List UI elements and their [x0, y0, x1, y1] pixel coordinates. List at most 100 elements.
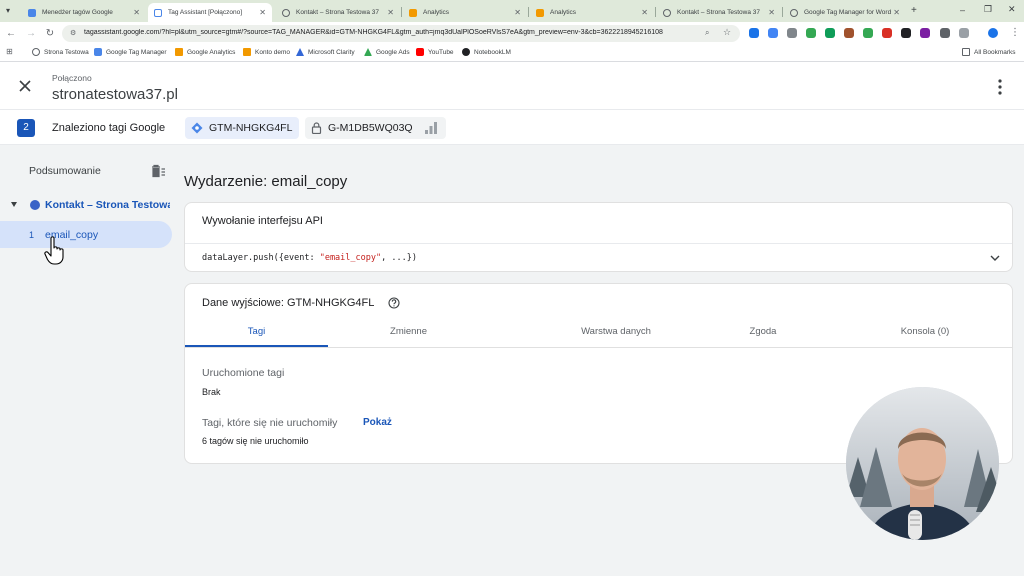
purple-extension-icon[interactable] — [920, 28, 930, 38]
app-header: Połączono stronatestowa37.pl — [0, 62, 1024, 110]
bookmark-microsoft-clarity[interactable]: Microsoft Clarity — [296, 48, 355, 56]
gtm-container-chip[interactable]: GTM-NHGKG4FL — [185, 117, 299, 139]
analytics-icon — [175, 48, 183, 56]
close-tab-icon[interactable]: ✕ — [133, 8, 140, 17]
search-extension-icon[interactable] — [901, 28, 911, 38]
site-info-icon[interactable]: ⚙ — [70, 29, 76, 37]
browser-tab-strip: ▾ Menedżer tagów Google ✕ Tag Assistant … — [0, 0, 1024, 22]
bookmark-google-ads[interactable]: Google Ads — [364, 48, 410, 56]
minimize-icon[interactable]: – — [960, 5, 965, 15]
tab-title: Analytics — [423, 9, 450, 16]
output-title: Dane wyjściowe: GTM-NHGKG4FL — [202, 297, 375, 309]
puzzle-extension-icon[interactable] — [806, 28, 816, 38]
browser-menu-icon[interactable]: ⋮ — [1010, 27, 1020, 38]
extensions-puzzle-icon[interactable] — [959, 28, 969, 38]
url-text[interactable]: tagassistant.google.com/?hl=pl&utm_sourc… — [84, 29, 704, 36]
browser-tab-gtm-wordpress[interactable]: Google Tag Manager for Word ✕ — [784, 3, 906, 22]
found-tags-bar: 2 Znaleziono tagi Google GTM-NHGKG4FL G-… — [0, 110, 1024, 145]
close-tab-icon[interactable]: ✕ — [641, 8, 648, 17]
tab-console[interactable]: Konsola (0) — [875, 320, 975, 347]
api-call-code: dataLayer.push({event: "email_copy", ...… — [202, 253, 417, 263]
profile-avatar-icon[interactable] — [988, 28, 998, 38]
close-tab-icon[interactable]: ✕ — [259, 8, 266, 17]
tab-separator — [528, 7, 529, 17]
tab-tags[interactable]: Tagi — [185, 320, 328, 347]
gtm-icon — [94, 48, 102, 56]
close-tab-icon[interactable]: ✕ — [514, 8, 521, 17]
tag-count-badge: 2 — [17, 119, 35, 137]
tab-title: Google Tag Manager for Word — [804, 9, 892, 16]
more-options-icon[interactable] — [994, 78, 1006, 96]
google-ads-icon — [364, 48, 372, 56]
tab-separator — [655, 7, 656, 17]
analytics-favicon-icon — [536, 8, 544, 17]
bookmark-label: Google Tag Manager — [106, 48, 167, 56]
grid-extension-icon[interactable] — [787, 28, 797, 38]
divider — [185, 243, 1012, 244]
green-extension-icon[interactable] — [825, 28, 835, 38]
sidebar-event-item[interactable]: 1 email_copy — [0, 221, 172, 248]
all-bookmarks-label: All Bookmarks — [974, 48, 1016, 56]
close-icon[interactable] — [17, 78, 33, 94]
bookmark-gtm[interactable]: Google Tag Manager — [94, 48, 167, 56]
api-call-title: Wywołanie interfejsu API — [202, 215, 323, 227]
bookmark-label: Google Ads — [376, 48, 410, 56]
bookmark-youtube[interactable]: YouTube — [416, 48, 454, 56]
close-tab-icon[interactable]: ✕ — [387, 8, 394, 17]
apps-grid-icon[interactable]: ⊞ — [6, 47, 13, 56]
reload-icon[interactable]: ↻ — [43, 27, 57, 41]
browser-tab-analytics-1[interactable]: Analytics ✕ — [403, 3, 527, 22]
filter-extension-icon[interactable] — [749, 28, 759, 38]
address-bar[interactable]: ⚙ tagassistant.google.com/?hl=pl&utm_sou… — [62, 25, 740, 42]
tab-search-icon[interactable]: ▾ — [6, 6, 10, 15]
bookmark-label: Konto demo — [255, 48, 291, 56]
new-tab-icon[interactable]: + — [911, 5, 917, 16]
browser-tab-analytics-2[interactable]: Analytics ✕ — [530, 3, 654, 22]
bookmark-konto-demo[interactable]: Konto demo — [243, 48, 290, 56]
caret-down-icon[interactable] — [11, 202, 17, 207]
fired-tags-value: Brak — [202, 387, 221, 397]
leaf-extension-icon[interactable] — [863, 28, 873, 38]
browser-tab-tag-assistant[interactable]: Tag Assistant [Połączono] ✕ — [148, 3, 272, 22]
tab-variables[interactable]: Zmienne — [335, 320, 482, 347]
browser-tab-kontakt[interactable]: Kontakt – Strona Testowa 37 ✕ — [276, 3, 400, 22]
hand-pointer-icon — [44, 236, 64, 265]
browser-tab-kontakt-2[interactable]: Kontakt – Strona Testowa 37 ✕ — [657, 3, 781, 22]
chevron-down-icon[interactable] — [990, 253, 1000, 263]
bookmark-google-analytics[interactable]: Google Analytics — [175, 48, 235, 56]
gtm-diamond-icon — [191, 122, 203, 134]
clear-trash-icon[interactable] — [150, 164, 166, 178]
close-tab-icon[interactable]: ✕ — [893, 8, 900, 17]
bookmark-star-icon[interactable]: ☆ — [723, 27, 731, 38]
analytics-favicon-icon — [409, 8, 417, 17]
sidebar-page-item[interactable]: Kontakt – Strona Testowa 37 — [0, 193, 174, 217]
warning-extension-icon[interactable] — [940, 28, 950, 38]
tag-extension-icon[interactable] — [768, 28, 778, 38]
red-extension-icon[interactable] — [882, 28, 892, 38]
tab-consent[interactable]: Zgoda — [715, 320, 811, 347]
globe-favicon-icon — [790, 8, 798, 17]
back-arrow-icon[interactable]: ← — [4, 27, 18, 41]
all-bookmarks-button[interactable]: All Bookmarks — [962, 48, 1016, 56]
close-tab-icon[interactable]: ✕ — [768, 8, 775, 17]
presenter-video-image — [846, 387, 999, 540]
zoom-icon[interactable]: ⌕ — [705, 28, 709, 38]
restore-icon[interactable]: ❐ — [984, 4, 992, 15]
analytics-icon — [243, 48, 251, 56]
clarity-icon — [296, 48, 304, 56]
browser-tab-gtm[interactable]: Menedżer tagów Google ✕ — [22, 3, 146, 22]
brown-extension-icon[interactable] — [844, 28, 854, 38]
summary-link[interactable]: Podsumowanie — [29, 165, 101, 177]
forward-arrow-icon[interactable]: → — [24, 27, 38, 41]
bookmark-notebooklm[interactable]: NotebookLM — [462, 48, 511, 56]
tab-data-layer[interactable]: Warstwa danych — [525, 320, 707, 347]
code-string: "email_copy" — [319, 253, 382, 263]
show-not-fired-link[interactable]: Pokaż — [363, 417, 392, 428]
ga4-tag-chip[interactable]: G-M1DB5WQ03Q — [305, 117, 446, 139]
close-window-icon[interactable]: ✕ — [1008, 4, 1016, 15]
bookmark-strona-testowa[interactable]: Strona Testowa — [32, 48, 89, 56]
not-fired-tags-label: Tagi, które się nie uruchomiły — [202, 417, 338, 429]
webcam-overlay — [846, 387, 999, 540]
bookmark-label: Strona Testowa — [44, 48, 89, 56]
help-circle-icon[interactable] — [388, 297, 400, 309]
